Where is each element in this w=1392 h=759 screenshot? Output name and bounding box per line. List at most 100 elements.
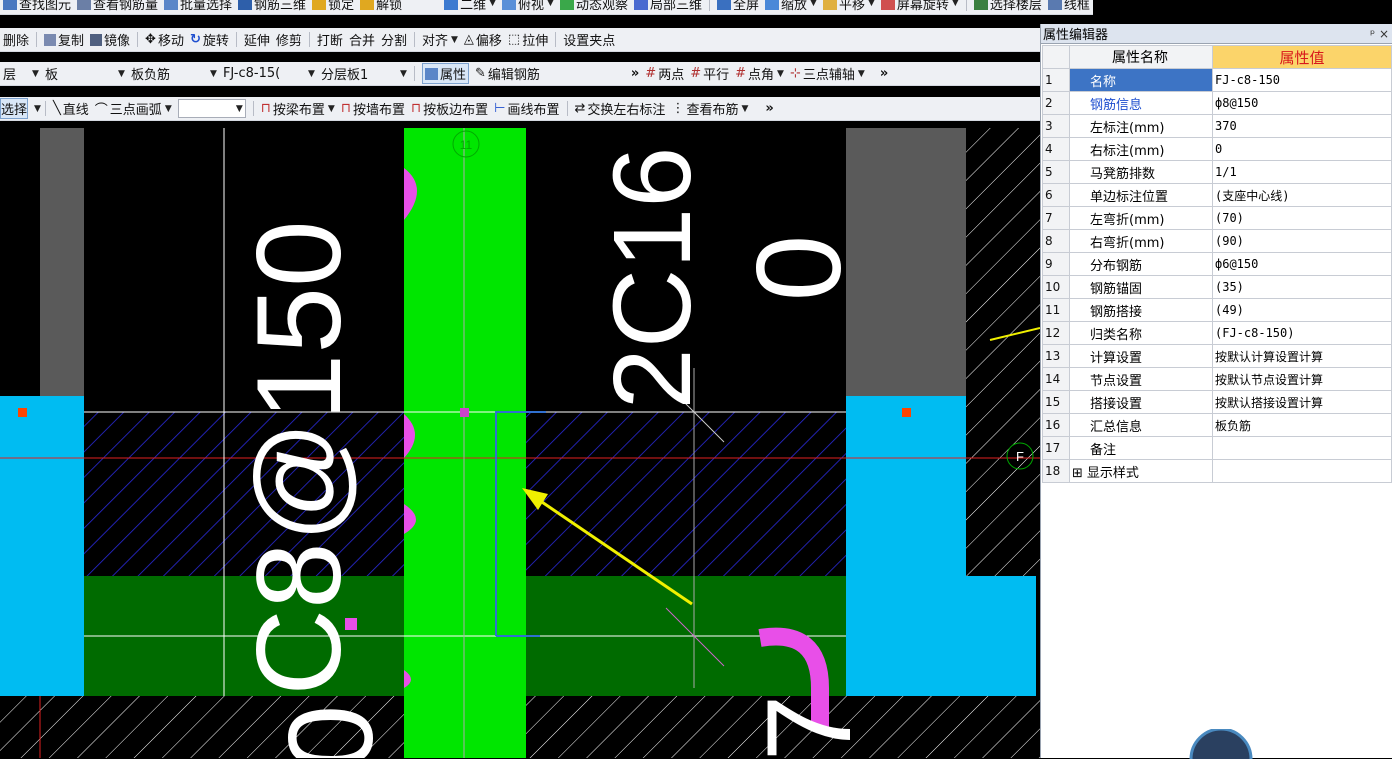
property-row[interactable]: 9 分布钢筋 ф6@150: [1042, 252, 1392, 276]
overflow-chevron[interactable]: »: [631, 66, 639, 81]
property-value[interactable]: 按默认节点设置计算: [1212, 367, 1392, 391]
parallel-button[interactable]: # 平行: [690, 64, 729, 83]
by-beam-button[interactable]: ⊓ 按梁布置 ▼: [261, 99, 335, 118]
edit-rebar-button[interactable]: ✎ 编辑钢筋: [475, 64, 540, 83]
local-3d-button[interactable]: 局部三维: [633, 0, 702, 13]
stretch-button[interactable]: ⬚ 拉伸: [508, 30, 548, 49]
wireframe-button[interactable]: 线框: [1047, 0, 1090, 13]
top-view-button[interactable]: 俯视 ▼: [502, 0, 554, 13]
property-row[interactable]: 11 钢筋搭接 (49): [1042, 298, 1392, 322]
layer-selector[interactable]: 层 ▼: [3, 64, 39, 83]
property-value[interactable]: 370: [1212, 114, 1392, 138]
swap-labels-button[interactable]: ⇄ 交换左右标注: [575, 99, 666, 118]
property-row[interactable]: 12 归类名称 (FJ-c8-150): [1042, 321, 1392, 345]
delete-button[interactable]: 删除: [3, 30, 29, 49]
property-row[interactable]: 2 钢筋信息 ф8@150: [1042, 91, 1392, 115]
view-2d-label: 二维: [460, 0, 487, 13]
unlock-button[interactable]: 解锁: [360, 0, 402, 13]
property-row[interactable]: 1 名称 FJ-c8-150: [1042, 68, 1392, 92]
chevron-down-icon[interactable]: ▼: [34, 104, 41, 114]
set-grip-button[interactable]: 设置夹点: [563, 30, 615, 49]
floating-widget[interactable]: [1181, 729, 1301, 759]
select-floor-button[interactable]: 选择楼层: [973, 0, 1042, 13]
rebar-3d-button[interactable]: 钢筋三维: [238, 0, 306, 13]
draw-mode-combo[interactable]: ▼: [177, 99, 246, 118]
fullscreen-button[interactable]: 全屏: [717, 0, 759, 13]
property-row[interactable]: 14 节点设置 按默认节点设置计算: [1042, 367, 1392, 391]
property-row[interactable]: 17 备注: [1042, 436, 1392, 460]
trim-button[interactable]: 修剪: [276, 30, 302, 49]
rotate-screen-button[interactable]: 屏幕旋转 ▼: [880, 0, 959, 13]
properties-button[interactable]: 属性: [421, 63, 469, 84]
find-element-button[interactable]: 查找图元: [3, 0, 71, 13]
extend-button[interactable]: 延伸: [244, 30, 270, 49]
break-button[interactable]: 打断: [317, 30, 343, 49]
select-button[interactable]: 选择: [0, 98, 29, 119]
move-button[interactable]: ✥ 移动: [145, 30, 184, 49]
line-button[interactable]: ╲ 直线: [53, 99, 89, 118]
property-row[interactable]: 7 左弯折(mm) (70): [1042, 206, 1392, 230]
lock-button[interactable]: 锁定: [312, 0, 354, 13]
property-value[interactable]: 板负筋: [1212, 413, 1392, 437]
zoom-button[interactable]: 缩放 ▼: [765, 0, 817, 13]
property-row[interactable]: 5 马凳筋排数 1/1: [1042, 160, 1392, 184]
point-angle-button[interactable]: # 点角 ▼: [735, 64, 784, 83]
align-button[interactable]: 对齐 ▼: [422, 30, 458, 49]
copy-button[interactable]: 复制: [44, 30, 84, 49]
overflow-chevron-3[interactable]: »: [765, 101, 773, 116]
chevron-down-icon: ▼: [210, 68, 217, 79]
split-button[interactable]: 分割: [381, 30, 407, 49]
property-row[interactable]: 3 左标注(mm) 370: [1042, 114, 1392, 138]
property-value[interactable]: (70): [1212, 206, 1392, 230]
property-row[interactable]: 16 汇总信息 板负筋: [1042, 413, 1392, 437]
view-rebar-button[interactable]: 查看钢筋量: [77, 0, 158, 13]
offset-button[interactable]: ◬ 偏移: [464, 30, 502, 49]
type-selector[interactable]: 板负筋 ▼: [131, 64, 217, 83]
property-row[interactable]: 6 单边标注位置 (支座中心线): [1042, 183, 1392, 207]
property-value[interactable]: (FJ-c8-150): [1212, 321, 1392, 345]
category-selector[interactable]: 板 ▼: [45, 64, 125, 83]
property-value[interactable]: [1212, 436, 1392, 460]
property-value[interactable]: 1/1: [1212, 160, 1392, 184]
draw-line-button[interactable]: ⊢ 画线布置: [494, 99, 559, 118]
view-layout-button[interactable]: ⋮ 查看布筋 ▼: [671, 99, 748, 118]
divider: [44, 101, 46, 116]
property-value[interactable]: 按默认计算设置计算: [1212, 344, 1392, 368]
merge-button[interactable]: 合并: [349, 30, 375, 49]
dynamic-view-button[interactable]: 动态观察: [559, 0, 628, 13]
by-wall-button[interactable]: ⊓ 按墙布置: [341, 99, 405, 118]
drawing-canvas[interactable]: C8@150 0 2C16 0 7 11 F: [0, 128, 1040, 758]
property-name: 搭接设置: [1069, 390, 1213, 414]
property-value[interactable]: [1212, 459, 1392, 483]
three-point-axis-button[interactable]: ⊹ 三点辅轴 ▼: [790, 64, 865, 83]
pan-button[interactable]: 平移 ▼: [822, 0, 875, 13]
property-row[interactable]: 10 钢筋锚固 (35): [1042, 275, 1392, 299]
property-value[interactable]: 按默认搭接设置计算: [1212, 390, 1392, 414]
property-row[interactable]: 18 ⊞ 显示样式: [1042, 459, 1392, 483]
property-value[interactable]: ф8@150: [1212, 91, 1392, 115]
property-row[interactable]: 13 计算设置 按默认计算设置计算: [1042, 344, 1392, 368]
property-value[interactable]: ф6@150: [1212, 252, 1392, 276]
property-value[interactable]: (35): [1212, 275, 1392, 299]
batch-select-button[interactable]: 批量选择: [164, 0, 232, 13]
two-point-button[interactable]: # 两点: [645, 64, 684, 83]
property-value[interactable]: (90): [1212, 229, 1392, 253]
pin-close-buttons[interactable]: ᵖ ×: [1370, 27, 1389, 41]
floor-selector[interactable]: 分层板1 ▼: [321, 64, 407, 83]
property-row[interactable]: 15 搭接设置 按默认搭接设置计算: [1042, 390, 1392, 414]
name-selector[interactable]: FJ-c8-15(▼: [223, 66, 315, 81]
arc-button[interactable]: ⌒ 三点画弧 ▼: [95, 99, 172, 118]
property-value[interactable]: FJ-c8-150: [1212, 68, 1392, 92]
property-row[interactable]: 4 右标注(mm) 0: [1042, 137, 1392, 161]
property-value[interactable]: 0: [1212, 137, 1392, 161]
property-value[interactable]: (支座中心线): [1212, 183, 1392, 207]
divider: [709, 0, 710, 11]
mirror-button[interactable]: 镜像: [90, 30, 130, 49]
rotate-button[interactable]: ↻ 旋转: [190, 30, 229, 49]
by-slab-edge-button[interactable]: ⊓ 按板边布置: [411, 99, 488, 118]
property-value[interactable]: (49): [1212, 298, 1392, 322]
expand-plus-icon[interactable]: ⊞: [1072, 466, 1083, 481]
view-2d-button[interactable]: 二维 ▼: [444, 0, 496, 13]
overflow-chevron-2[interactable]: »: [880, 66, 888, 81]
property-row[interactable]: 8 右弯折(mm) (90): [1042, 229, 1392, 253]
